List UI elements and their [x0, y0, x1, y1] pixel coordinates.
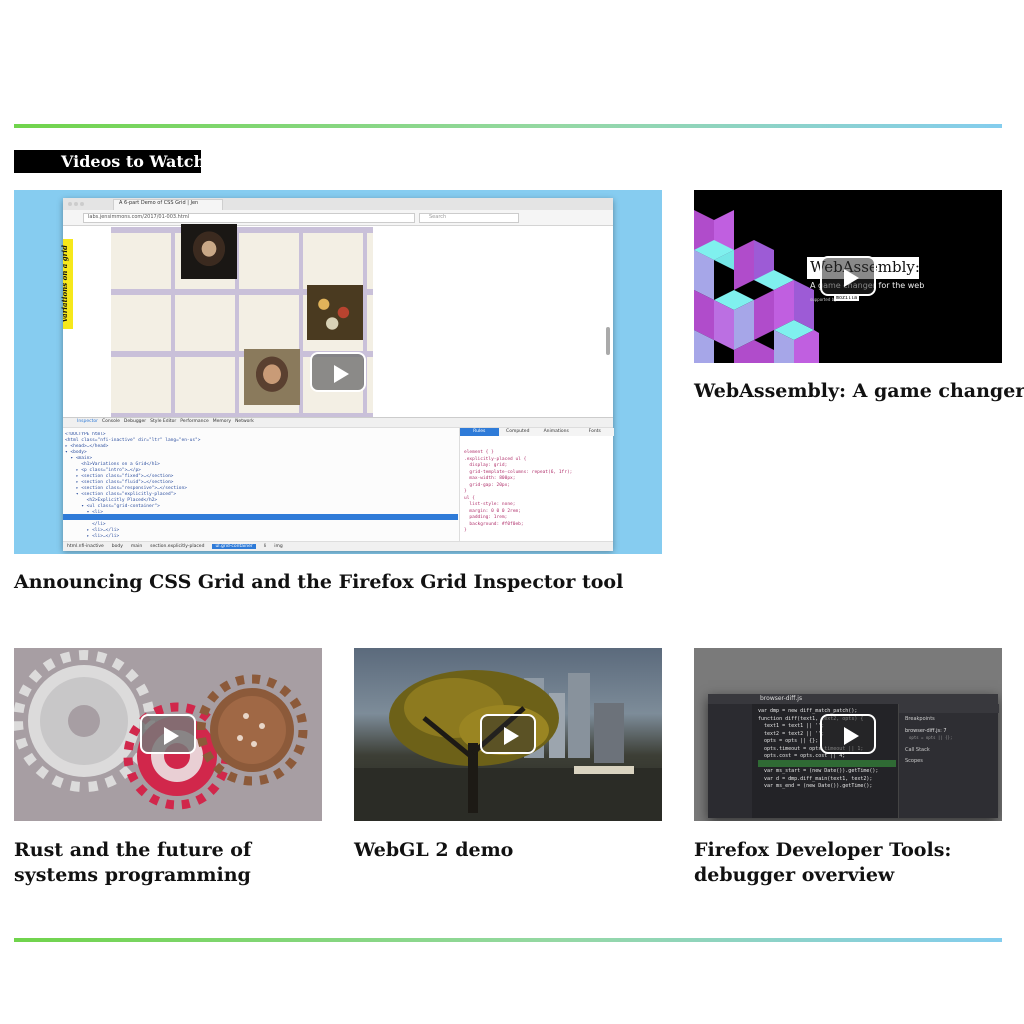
bottom-gradient-rule [14, 938, 1002, 942]
play-button-icon[interactable] [140, 714, 196, 754]
breakpoints-header: Breakpoints [905, 716, 935, 722]
debugger-window: browser-diff.js var dmp = new diff_match… [708, 694, 999, 818]
page-scrollbar[interactable] [606, 327, 610, 355]
debugger-video-thumbnail[interactable]: browser-diff.js var dmp = new diff_match… [694, 648, 1002, 821]
browser-url: labs.jensimmons.com/2017/01-003.html [88, 214, 190, 220]
play-button-icon[interactable] [820, 714, 876, 754]
html-lines-line: ▸ <li>…</li> [65, 534, 120, 539]
breadcrumb: html.nfi-inactive body main section.explici… [63, 541, 613, 551]
video-title-debugger[interactable]: Firefox Developer Tools: debugger overvi… [694, 838, 1014, 888]
top-gradient-rule [14, 124, 1002, 128]
play-button-icon[interactable] [820, 256, 876, 296]
section-heading: Videos to Watch [14, 150, 205, 173]
devtools-tab[interactable]: Memory [213, 419, 231, 424]
devtools-tab[interactable]: Style Editor [150, 419, 176, 424]
webgl-video-thumbnail[interactable] [354, 648, 662, 821]
video-title-webgl[interactable]: WebGL 2 demo [354, 838, 674, 863]
breadcrumb-item[interactable]: body [112, 544, 123, 549]
rules-tab[interactable]: Rules [460, 428, 499, 436]
isometric-cubes-art [694, 210, 819, 363]
portrait-woman [181, 224, 237, 279]
breadcrumb-item[interactable]: main [131, 544, 142, 549]
browser-search: Search [429, 214, 447, 220]
breadcrumb-item[interactable]: ul.grid-container [212, 544, 256, 549]
devtools-tab[interactable]: Inspector [77, 419, 98, 424]
css-lines-line: } [464, 528, 467, 533]
sidebar-text: variations on a grid [59, 245, 69, 322]
devtools-panel: Inspector Console Debugger Style Editor Perf… [63, 417, 615, 551]
devtools-tab[interactable]: Network [235, 419, 254, 424]
rust-video-thumbnail[interactable] [14, 648, 322, 821]
rules-tab[interactable]: Fonts [576, 428, 615, 436]
breadcrumb-item[interactable]: section.explicitly-placed [150, 544, 204, 549]
browser-tab-title: A 6-part Demo of CSS Grid | Jen [119, 200, 199, 206]
video-title-rust[interactable]: Rust and the future of systems programmi… [14, 838, 334, 888]
selected-node-highlight [63, 514, 458, 520]
devtools-tab[interactable]: Performance [180, 419, 209, 424]
breakpoint-sub: opts = opts || {}; [909, 735, 953, 740]
breadcrumb-item[interactable]: li [264, 544, 267, 549]
devtools-tab[interactable]: Console [102, 419, 120, 424]
code-lines-line: var ms_start = (new Date()).getTime(); [758, 768, 879, 774]
code-lines-line: var d = dmp.diff_main(text1, text2); [758, 775, 873, 782]
rules-tab[interactable]: Animations [537, 428, 576, 436]
debugger-file-tab: browser-diff.js [760, 695, 803, 702]
play-button-icon[interactable] [480, 714, 536, 754]
browser-tab-bar: A 6-part Demo of CSS Grid | Jen [63, 198, 613, 210]
breadcrumb-item[interactable]: html.nfi-inactive [67, 544, 104, 549]
debugger-side-panel: Breakpoints browser-diff.js: 7 opts = op… [898, 704, 999, 818]
callstack-header: Call Stack [905, 747, 930, 753]
breadcrumb-item[interactable]: img [274, 544, 283, 549]
rules-panel: Rules Computed Animations Fonts element { }… [459, 428, 615, 541]
rules-tab[interactable]: Computed [499, 428, 538, 436]
portrait-man [244, 349, 300, 405]
flowers-painting [307, 285, 363, 340]
breakpoint-item[interactable]: browser-diff.js: 7 [905, 728, 947, 734]
devtools-toolbar: Inspector Console Debugger Style Editor Perf… [63, 418, 613, 428]
scopes-header: Scopes [905, 758, 923, 764]
browser-address-bar: labs.jensimmons.com/2017/01-003.html Sea… [63, 210, 613, 226]
featured-video-thumbnail[interactable]: A 6-part Demo of CSS Grid | Jen labs.jen… [14, 190, 662, 554]
devtools-tab[interactable]: Debugger [124, 419, 146, 424]
webassembly-video-thumbnail[interactable]: WebAssembly: A game changer for the web … [694, 190, 1002, 363]
play-button-icon[interactable] [310, 352, 366, 392]
html-tree: <!DOCTYPE html> <html class="nfi-inactive… [65, 432, 457, 540]
code-lines-line: var ms_end = (new Date()).getTime(); [758, 783, 873, 789]
video-title-css-grid[interactable]: Announcing CSS Grid and the Firefox Grid… [14, 570, 662, 595]
video-title-webassembly[interactable]: WebAssembly: A game changer [694, 379, 1024, 404]
